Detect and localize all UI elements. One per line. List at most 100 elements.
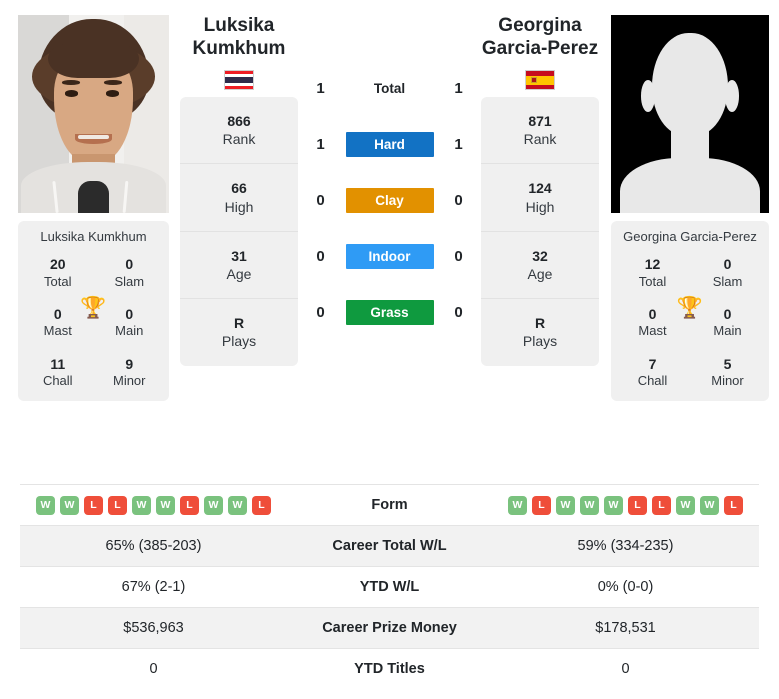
left-titles-minor: 9 Minor <box>94 356 166 390</box>
right-ytd_wl-cell: 0% (0-0) <box>597 579 654 595</box>
right-titles-chall-label: Chall <box>637 373 668 388</box>
player-comparison-header: Luksika Kumkhum 20 Total 0 Slam 0 Mast 0… <box>0 0 779 470</box>
left-high-row: 66 High <box>180 164 298 232</box>
left-high-value: 66 <box>231 180 247 197</box>
h2h-left-score-hard: 1 <box>316 135 325 153</box>
left-rank-label: Rank <box>222 131 256 148</box>
right-high-value: 124 <box>528 180 552 197</box>
right-titles-total: 12 Total <box>615 256 690 290</box>
left-player-summary: Luksika Kumkhum 866 Rank 66 High 31 Age … <box>180 0 298 366</box>
right-form-badge[interactable]: W <box>676 495 695 515</box>
left-rank-row: 866 Rank <box>180 97 298 165</box>
right-titles-minor-label: Minor <box>711 373 744 388</box>
head-to-head-row-total: 1 Total 1 <box>306 60 474 116</box>
table-row: 67% (2-1) YTD W/L 0% (0-0) <box>20 566 759 608</box>
left-plays-value: R <box>233 315 245 332</box>
right-titles-card: Georgina Garcia-Perez 12 Total 0 Slam 0 … <box>611 221 769 402</box>
stat-label-form: Form <box>371 497 408 513</box>
right-form-badge[interactable]: W <box>508 495 527 515</box>
stat-label-ytd-w-l: YTD W/L <box>359 579 420 595</box>
spain-flag-icon <box>525 70 555 90</box>
left-player-panel: Luksika Kumkhum 20 Total 0 Slam 0 Mast 0… <box>0 0 169 402</box>
right-form-badge[interactable]: W <box>604 495 623 515</box>
left-titles-total-label: Total <box>44 273 72 289</box>
left-form-badge[interactable]: W <box>228 495 247 515</box>
stat-label-ytd-titles: YTD Titles <box>354 661 425 678</box>
left-titles-slam-value: 0 <box>125 256 134 272</box>
right-form-badge[interactable]: W <box>556 495 575 515</box>
left-titles-total-value: 20 <box>49 256 66 272</box>
right-form-badge[interactable]: W <box>580 495 599 515</box>
right-form-badge[interactable]: W <box>700 495 719 515</box>
right-plays-label: Plays <box>522 333 558 350</box>
left-form-badge[interactable]: L <box>108 495 127 515</box>
h2h-right-score-grass: 0 <box>454 303 463 321</box>
right-titles-mast-label: Mast <box>638 323 667 339</box>
comparison-stats-table: W W L L W W L W W L Form W L W W W L L W W L 65% (385-203) Car… <box>20 484 759 690</box>
h2h-left-score-total: 1 <box>316 79 325 97</box>
left-ytd_wl-cell: 67% (2-1) <box>121 579 186 595</box>
table-row: 65% (385-203) Career Total W/L 59% (334-23… <box>20 525 759 567</box>
left-player-stats-card: 866 Rank 66 High 31 Age R Plays <box>180 97 298 366</box>
left-form-badge[interactable]: W <box>36 495 55 515</box>
h2h-left-score-indoor: 0 <box>316 247 325 265</box>
left-form-badge[interactable]: W <box>156 495 175 515</box>
left-titles-chall-value: 11 <box>50 355 66 372</box>
left-form-badge[interactable]: W <box>60 495 79 515</box>
surface-badge-total: Total <box>373 80 406 96</box>
right-form-badge[interactable]: L <box>532 495 551 515</box>
left-plays-row: R Plays <box>180 299 298 365</box>
left-form-badge[interactable]: W <box>204 495 223 515</box>
left-form-badge[interactable]: L <box>252 495 271 515</box>
left-career_prize_money-cell: $536,963 <box>123 620 184 636</box>
surface-badge-grass[interactable]: Grass <box>345 299 434 325</box>
left-form-badge[interactable]: W <box>132 495 151 515</box>
left-age-label: Age <box>226 265 252 282</box>
right-form-badge[interactable]: L <box>652 495 671 515</box>
surface-badge-hard[interactable]: Hard <box>345 131 434 157</box>
right-titles-chall-value: 7 <box>648 355 657 372</box>
right-age-row: 32 Age <box>481 232 599 300</box>
right-titles-minor: 5 Minor <box>690 356 765 390</box>
table-row: W W L L W W L W W L Form W L W W W L L W W L <box>20 484 759 526</box>
left-titles-total: 20 Total <box>22 256 94 290</box>
surface-badge-indoor[interactable]: Indoor <box>345 243 434 269</box>
left-titles-player-name: Luksika Kumkhum <box>40 229 147 244</box>
table-row: $536,963 Career Prize Money $178,531 <box>20 607 759 649</box>
h2h-left-score-clay: 0 <box>316 191 325 209</box>
right-titles-total-label: Total <box>638 273 667 289</box>
surface-badge-clay[interactable]: Clay <box>345 187 434 213</box>
right-player-panel: Georgina Garcia-Perez 12 Total 0 Slam 0 … <box>611 0 779 402</box>
right-plays-value: R <box>534 315 546 332</box>
left-titles-card: Luksika Kumkhum 20 Total 0 Slam 0 Mast 0… <box>18 221 169 402</box>
table-row: 0 YTD Titles 0 <box>20 648 759 690</box>
h2h-right-score-clay: 0 <box>454 191 463 209</box>
right-titles-minor-value: 5 <box>723 355 732 372</box>
trophy-icon: 🏆 <box>676 296 704 320</box>
left-form-badge[interactable]: L <box>84 495 103 515</box>
right-form-badge[interactable]: L <box>628 495 647 515</box>
h2h-right-score-indoor: 0 <box>454 247 463 265</box>
right-player-photo <box>611 15 769 213</box>
right-titles-total-value: 12 <box>644 256 661 272</box>
head-to-head-row-indoor: 0 Indoor 0 <box>306 228 474 284</box>
left-titles-slam: 0 Slam <box>94 256 166 290</box>
left-titles-mast-label: Mast <box>43 323 72 339</box>
left-age-row: 31 Age <box>180 232 298 300</box>
right-age-value: 32 <box>532 247 548 264</box>
right-form-badge[interactable]: L <box>724 495 743 515</box>
right-ytd_titles-cell: 0 <box>621 661 630 678</box>
head-to-head-row-hard: 1 Hard 1 <box>306 116 474 172</box>
head-to-head-column: 1 Total 1 1 Hard 1 0 Clay 0 0 Indoor 0 0 Grass 0 <box>298 0 481 340</box>
stat-label-career-total-w-l: Career Total W/L <box>332 538 447 554</box>
thailand-flag-icon <box>224 70 254 90</box>
left-form-badge[interactable]: L <box>180 495 199 515</box>
right-titles-chall: 7 Chall <box>615 356 690 390</box>
right-rank-value: 871 <box>528 113 552 129</box>
head-to-head-row-clay: 0 Clay 0 <box>306 172 474 228</box>
right-titles-player-name: Georgina Garcia-Perez <box>623 229 757 244</box>
right-plays-row: R Plays <box>481 299 599 365</box>
left-titles-chall: 11 Chall <box>22 356 94 390</box>
left-titles-slam-label: Slam <box>114 273 145 289</box>
head-to-head-rows: 1 Total 1 1 Hard 1 0 Clay 0 0 Indoor 0 0 Grass 0 <box>306 60 474 340</box>
